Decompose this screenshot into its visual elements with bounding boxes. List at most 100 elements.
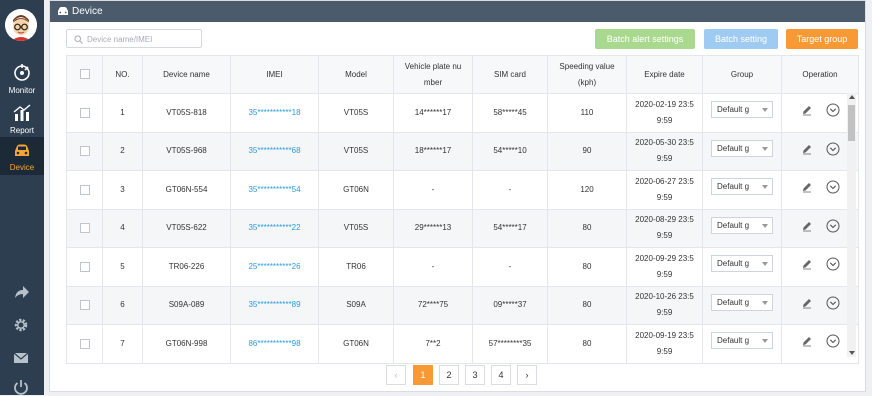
cell-imei-link[interactable]: 25***********26 xyxy=(230,247,319,287)
cell-expire-date: 2020-10-26 23:5 9:59 xyxy=(626,285,703,325)
group-select[interactable]: Default g xyxy=(711,293,773,311)
edit-icon[interactable] xyxy=(801,181,813,193)
share-icon[interactable] xyxy=(12,283,30,301)
device-panel: Device Batch alert settings Batch settin… xyxy=(49,0,866,392)
mail-icon[interactable] xyxy=(12,349,30,367)
cell-vehicle-plate: 7**2 xyxy=(393,324,473,364)
table-row[interactable]: 6 S09A-089 35***********89 S09A 72****75 09**… xyxy=(66,285,859,325)
edit-icon[interactable] xyxy=(801,104,813,116)
prev-page-button[interactable]: ‹ xyxy=(386,365,406,385)
page-1-button[interactable]: 1 xyxy=(413,365,433,385)
row-checkbox[interactable] xyxy=(79,261,90,272)
batch-alert-settings-button[interactable]: Batch alert settings xyxy=(595,29,695,49)
table-row[interactable]: 7 GT06N-998 86***********98 GT06N 7**2 57****… xyxy=(66,324,859,364)
cell-speeding-value: 80 xyxy=(547,247,627,287)
cell-sim-card: 54*****10 xyxy=(472,131,548,171)
expand-more-icon[interactable] xyxy=(826,219,840,233)
table-row[interactable]: 5 TR06-226 25***********26 TR06- -80 2020-09-… xyxy=(66,247,859,287)
row-select-cell xyxy=(66,285,103,325)
target-group-button[interactable]: Target group xyxy=(786,29,858,49)
cell-imei-link[interactable]: 35***********22 xyxy=(230,208,319,248)
cell-imei-link[interactable]: 35***********18 xyxy=(230,93,319,133)
cell-no: 2 xyxy=(102,131,143,171)
edit-icon[interactable] xyxy=(801,297,813,309)
expand-more-icon[interactable] xyxy=(826,142,840,156)
group-select[interactable]: Default g xyxy=(711,139,773,157)
row-checkbox[interactable] xyxy=(79,338,90,349)
scroll-up-icon[interactable] xyxy=(849,95,855,99)
row-operations xyxy=(801,180,840,194)
cell-imei-link[interactable]: 35***********68 xyxy=(230,131,319,171)
chevron-down-icon xyxy=(762,146,768,151)
group-select[interactable]: Default g xyxy=(711,332,773,350)
column-header-vehicle-plate: Vehicle plate nu mber xyxy=(393,55,473,94)
cell-device-name: TR06-226 xyxy=(142,247,231,287)
avatar[interactable] xyxy=(5,9,37,41)
sidebar-item-report[interactable]: Report xyxy=(0,100,44,138)
next-page-button[interactable]: › xyxy=(517,365,537,385)
expand-more-icon[interactable] xyxy=(826,257,840,271)
report-icon xyxy=(13,104,31,121)
sidebar-item-device[interactable]: Device xyxy=(0,137,44,175)
group-select[interactable]: Default g xyxy=(711,101,773,119)
power-icon[interactable] xyxy=(12,378,30,396)
cell-imei-link[interactable]: 35***********89 xyxy=(230,285,319,325)
table-scrollbar[interactable] xyxy=(847,93,856,357)
search-input[interactable] xyxy=(87,32,197,46)
sidebar-item-monitor[interactable]: Monitor xyxy=(0,60,44,98)
edit-icon[interactable] xyxy=(801,220,813,232)
cell-expire-date: 2020-09-19 23:5 9:59 xyxy=(626,324,703,364)
page-title: Device xyxy=(72,6,103,17)
cell-vehicle-plate: 14******17 xyxy=(393,93,473,133)
row-checkbox[interactable] xyxy=(79,107,90,118)
table-row[interactable]: 1 VT05S-818 35***********18 VT05S 14******17… xyxy=(66,93,859,133)
scroll-down-icon[interactable] xyxy=(849,351,855,355)
chevron-down-icon xyxy=(762,339,768,344)
page-3-button[interactable]: 3 xyxy=(465,365,485,385)
row-select-cell xyxy=(66,93,103,133)
page-2-button[interactable]: 2 xyxy=(439,365,459,385)
scrollbar-thumb[interactable] xyxy=(848,105,855,141)
edit-icon[interactable] xyxy=(801,335,813,347)
sidebar: Monitor Report Device xyxy=(0,0,44,395)
table-row[interactable]: 3 GT06N-554 35***********54 GT06N - -120 2020-… xyxy=(66,170,859,210)
sidebar-item-label: Monitor xyxy=(8,86,36,95)
car-icon xyxy=(58,7,68,15)
cell-expire-date: 2020-05-30 23:5 9:59 xyxy=(626,131,703,171)
row-operations xyxy=(801,296,840,310)
edit-icon[interactable] xyxy=(801,143,813,155)
table-row[interactable]: 2 VT05S-968 35***********68 VT05S 18******17… xyxy=(66,131,859,171)
cell-no: 1 xyxy=(102,93,143,133)
cell-vehicle-plate: 72****75 xyxy=(393,285,473,325)
cell-sim-card: - xyxy=(472,247,548,287)
expand-more-icon[interactable] xyxy=(826,296,840,310)
select-all-checkbox[interactable] xyxy=(79,69,90,80)
batch-setting-button[interactable]: Batch setting xyxy=(704,29,778,49)
group-select[interactable]: Default g xyxy=(711,255,773,273)
row-checkbox[interactable] xyxy=(79,146,90,157)
cell-sim-card: - xyxy=(472,170,548,210)
row-checkbox[interactable] xyxy=(79,223,90,234)
edit-icon[interactable] xyxy=(801,258,813,270)
search-box[interactable] xyxy=(66,29,202,48)
sidebar-item-label: Report xyxy=(9,126,34,135)
column-header-expire-date: Expire date xyxy=(626,55,703,94)
table-row[interactable]: 4 VT05S-622 35***********22 VT05S 29******13… xyxy=(66,208,859,248)
settings-icon[interactable] xyxy=(12,316,30,334)
group-select[interactable]: Default g xyxy=(711,178,773,196)
page-4-button[interactable]: 4 xyxy=(491,365,511,385)
cell-expire-date: 2020-02-19 23:5 9:59 xyxy=(626,93,703,133)
cell-model: TR06 xyxy=(318,247,394,287)
expand-more-icon[interactable] xyxy=(826,180,840,194)
group-select[interactable]: Default g xyxy=(711,216,773,234)
cell-speeding-value: 80 xyxy=(547,324,627,364)
expand-more-icon[interactable] xyxy=(826,334,840,348)
cell-imei-link[interactable]: 86***********98 xyxy=(230,324,319,364)
chevron-down-icon xyxy=(762,185,768,190)
row-checkbox[interactable] xyxy=(79,184,90,195)
expand-more-icon[interactable] xyxy=(826,103,840,117)
cell-imei-link[interactable]: 35***********54 xyxy=(230,170,319,210)
row-checkbox[interactable] xyxy=(79,300,90,311)
cell-no: 3 xyxy=(102,170,143,210)
cell-no: 6 xyxy=(102,285,143,325)
